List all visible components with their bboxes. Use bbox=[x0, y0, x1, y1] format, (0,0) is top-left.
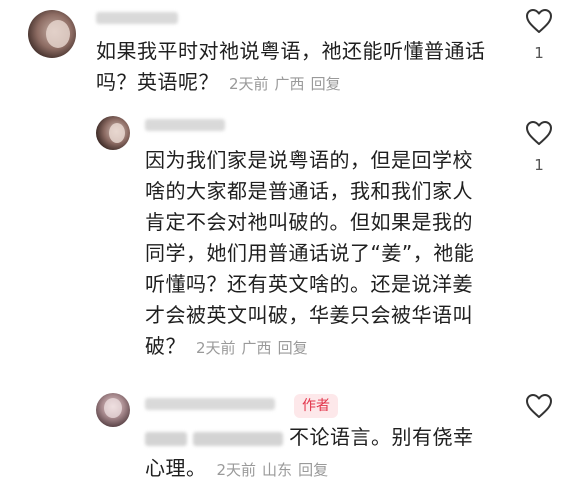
mention-blurred[interactable] bbox=[145, 431, 187, 446]
avatar[interactable] bbox=[28, 10, 76, 58]
comment-text: 破？ bbox=[145, 334, 186, 358]
comment-line: 才会被英文叫破，华姜只会被华语叫 bbox=[145, 303, 473, 327]
reply-button[interactable]: 回复 bbox=[311, 75, 341, 93]
comment-body: 如果我平时对祂说粤语，祂还能听懂普通话 吗？英语呢？ 2天前 广西 回复 bbox=[96, 36, 536, 100]
timestamp: 2天前 bbox=[216, 461, 257, 479]
heart-icon[interactable] bbox=[525, 8, 553, 34]
comment-line: 心理。 2天前 山东 回复 bbox=[145, 453, 515, 486]
avatar-image bbox=[96, 393, 130, 427]
comment-line: 破？ 2天前 广西 回复 bbox=[145, 331, 515, 364]
like-count: 1 bbox=[534, 44, 544, 62]
timestamp: 2天前 bbox=[229, 75, 269, 93]
avatar-image bbox=[96, 116, 130, 150]
timestamp: 2天前 bbox=[196, 339, 236, 357]
comment-line: 不论语言。别有侥幸 bbox=[145, 422, 515, 453]
comment-text: 吗？英语呢？ bbox=[96, 70, 219, 94]
comment-thread: 如果我平时对祂说粤语，祂还能听懂普通话 吗？英语呢？ 2天前 广西 回复 1 因为我们… bbox=[0, 0, 576, 498]
heart-icon[interactable] bbox=[525, 393, 553, 419]
comment-body: 因为我们家是说粤语的，但是回学校 啥的大家都是普通话，我和我们家人 肯定不会对祂… bbox=[145, 145, 515, 364]
reply-button[interactable]: 回复 bbox=[278, 339, 308, 357]
username-blurred[interactable] bbox=[145, 398, 275, 410]
comment-text: 不论语言。别有侥幸 bbox=[289, 425, 474, 449]
comment-line: 因为我们家是说粤语的，但是回学校 bbox=[145, 148, 473, 172]
comment-body: 不论语言。别有侥幸 心理。 2天前 山东 回复 bbox=[145, 422, 515, 486]
comment-line: 同学，她们用普通话说了“姜”，祂能 bbox=[145, 241, 475, 265]
comment-meta: 2天前 广西 回复 bbox=[196, 339, 314, 357]
mention-blurred[interactable] bbox=[193, 431, 283, 446]
comment-text: 心理。 bbox=[145, 456, 207, 480]
username-blurred[interactable] bbox=[96, 12, 178, 24]
avatar[interactable] bbox=[96, 116, 130, 150]
comment-line: 如果我平时对祂说粤语，祂还能听懂普通话 bbox=[96, 39, 486, 63]
heart-icon[interactable] bbox=[525, 120, 553, 146]
comment-line: 听懂吗？还有英文啥的。还是说洋姜 bbox=[145, 272, 473, 296]
comment-line: 肯定不会对祂叫破的。但如果是我的 bbox=[145, 210, 473, 234]
comment-line: 啥的大家都是普通话，我和我们家人 bbox=[145, 179, 473, 203]
like-control[interactable]: 1 bbox=[519, 8, 559, 62]
username-blurred[interactable] bbox=[145, 119, 225, 131]
avatar-image bbox=[28, 10, 76, 58]
location: 山东 bbox=[262, 461, 293, 479]
comment-line: 吗？英语呢？ 2天前 广西 回复 bbox=[96, 67, 536, 100]
comment-meta: 2天前 广西 回复 bbox=[229, 75, 347, 93]
reply-button[interactable]: 回复 bbox=[298, 461, 328, 479]
like-control[interactable] bbox=[519, 393, 559, 423]
like-count: 1 bbox=[534, 156, 544, 174]
avatar[interactable] bbox=[96, 393, 130, 427]
author-badge: 作者 bbox=[294, 394, 338, 418]
location: 广西 bbox=[241, 339, 272, 357]
like-control[interactable]: 1 bbox=[519, 120, 559, 174]
location: 广西 bbox=[274, 75, 305, 93]
comment-meta: 2天前 山东 回复 bbox=[217, 461, 335, 479]
